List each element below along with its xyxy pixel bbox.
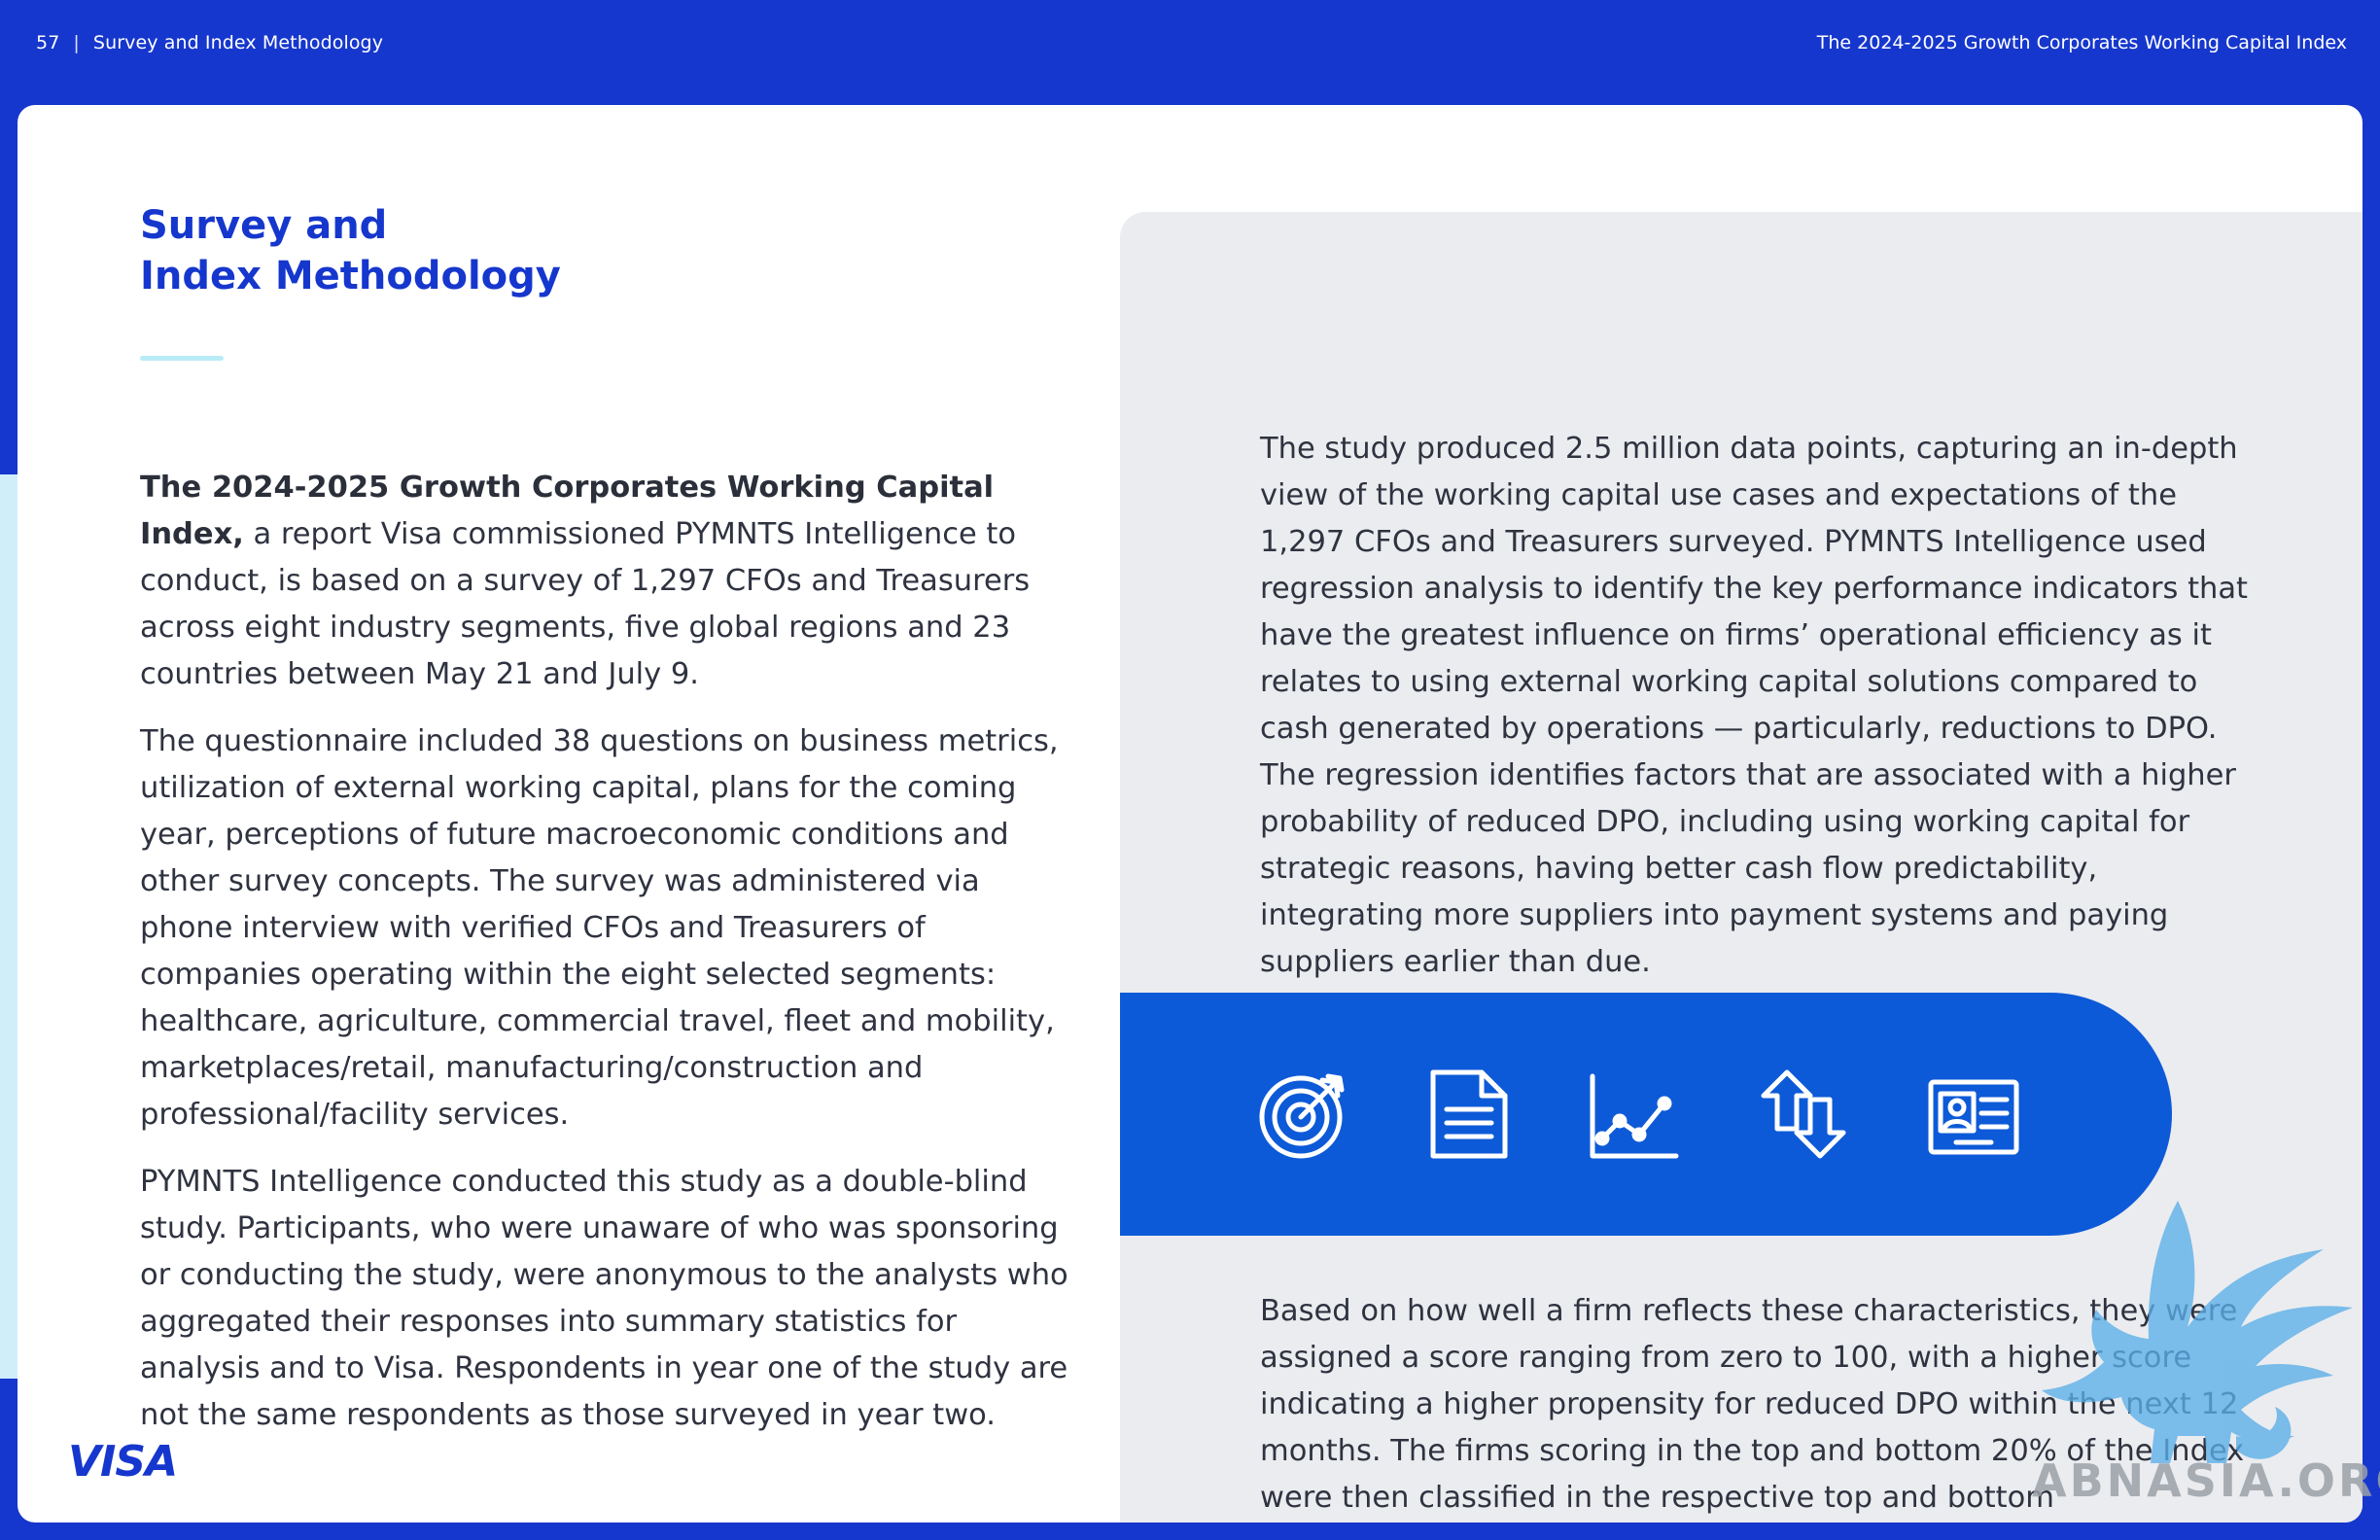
target-icon	[1259, 1073, 1345, 1159]
title-line-2: Index Methodology	[140, 254, 561, 298]
section-name: Survey and Index Methodology	[92, 32, 384, 53]
visa-logo: VISA	[68, 1437, 178, 1487]
watermark-bird-logo	[2042, 1201, 2353, 1463]
id-card-icon	[1928, 1079, 2019, 1155]
document-icon	[1430, 1069, 1508, 1159]
page-header: 57 | Survey and Index Methodology The 2024…	[0, 0, 2380, 105]
questionnaire-paragraph: The questionnaire included 38 questions …	[140, 724, 1059, 1132]
icon-band	[1120, 993, 2172, 1236]
data-points-paragraph: The study produced 2.5 million data poin…	[1260, 432, 2249, 979]
left-column: The 2024-2025 Growth Corporates Working …	[140, 465, 1073, 1459]
title-line-1: Survey and	[140, 203, 388, 248]
content-card: Survey and Index Methodology The 2024-20…	[18, 105, 2362, 1522]
double-blind-paragraph: PYMNTS Intelligence conducted this study…	[140, 1165, 1068, 1432]
page-number: 57	[36, 32, 60, 53]
page-title: Survey and Index Methodology	[140, 200, 561, 301]
watermark-text: ABNASIA.ORG	[2032, 1454, 2380, 1507]
line-chart-icon	[1590, 1073, 1679, 1159]
icon-row	[1258, 1068, 2020, 1160]
up-down-arrows-icon	[1761, 1069, 1846, 1159]
header-separator: |	[73, 32, 80, 53]
intro-paragraph: The 2024-2025 Growth Corporates Working …	[140, 465, 1073, 698]
header-left: 57 | Survey and Index Methodology	[36, 32, 383, 53]
intro-text: a report Visa commissioned PYMNTS Intell…	[140, 517, 1031, 691]
title-underline	[140, 356, 224, 361]
report-title: The 2024-2025 Growth Corporates Working …	[1816, 32, 2347, 53]
side-accent-strip	[0, 474, 18, 1379]
